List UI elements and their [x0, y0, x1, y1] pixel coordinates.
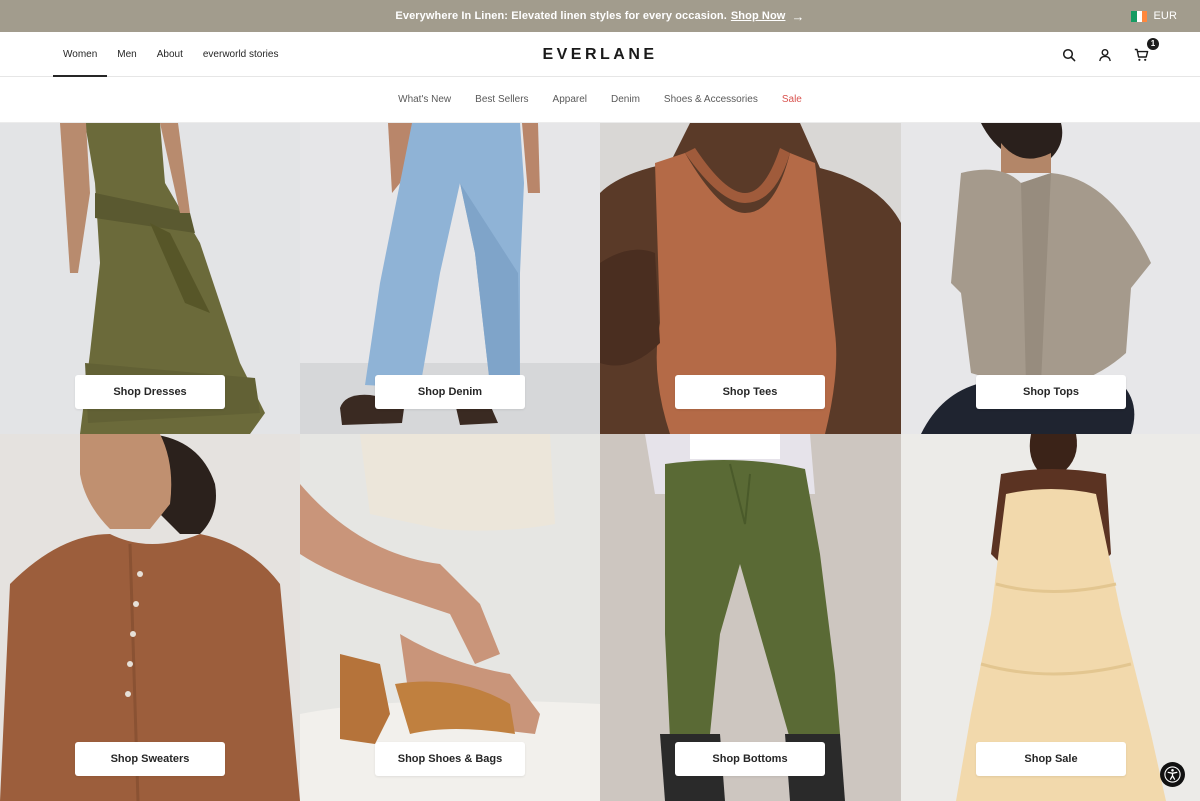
- shop-denim-button[interactable]: Shop Denim: [375, 375, 525, 409]
- cart-count-badge: 1: [1147, 37, 1159, 50]
- gender-nav: Women Men About everworld stories: [53, 32, 288, 77]
- tile-sweaters[interactable]: Shop Sweaters: [0, 434, 300, 801]
- nav-about[interactable]: About: [147, 32, 193, 77]
- shop-dresses-button[interactable]: Shop Dresses: [75, 375, 225, 409]
- shop-tees-button[interactable]: Shop Tees: [675, 375, 825, 409]
- promo-banner: Everywhere In Linen: Elevated linen styl…: [0, 0, 1200, 32]
- tile-sale[interactable]: Shop Sale: [901, 434, 1200, 801]
- currency-label: EUR: [1153, 10, 1177, 22]
- currency-selector[interactable]: EUR: [1131, 0, 1177, 32]
- shop-sale-button[interactable]: Shop Sale: [976, 742, 1126, 776]
- site-header: Women Men About everworld stories EVERLA…: [0, 32, 1200, 77]
- accessibility-icon[interactable]: [1160, 762, 1185, 787]
- nav-men[interactable]: Men: [107, 32, 146, 77]
- logo[interactable]: EVERLANE: [542, 46, 657, 64]
- shop-sweaters-button[interactable]: Shop Sweaters: [75, 742, 225, 776]
- utility-nav: 1: [1060, 32, 1159, 77]
- category-denim[interactable]: Denim: [611, 94, 640, 105]
- user-icon[interactable]: [1096, 46, 1114, 64]
- promo-text: Everywhere In Linen: Elevated linen styl…: [395, 10, 727, 22]
- category-nav: What's New Best Sellers Apparel Denim Sh…: [0, 77, 1200, 123]
- shop-shoes-bags-button[interactable]: Shop Shoes & Bags: [375, 742, 525, 776]
- tile-shoes-bags[interactable]: Shop Shoes & Bags: [300, 434, 600, 801]
- cart-icon[interactable]: 1: [1132, 37, 1159, 64]
- tile-dresses[interactable]: Shop Dresses: [0, 123, 300, 434]
- arrow-right-icon[interactable]: →: [791, 9, 804, 24]
- category-grid: Shop Dresses Shop Denim Shop Tees Shop T…: [0, 123, 1200, 801]
- tile-tees[interactable]: Shop Tees: [600, 123, 901, 434]
- category-shoes-accessories[interactable]: Shoes & Accessories: [664, 94, 758, 105]
- ireland-flag-icon: [1131, 10, 1148, 22]
- tile-bottoms[interactable]: Shop Bottoms: [600, 434, 901, 801]
- shop-tops-button[interactable]: Shop Tops: [976, 375, 1126, 409]
- tile-tops[interactable]: Shop Tops: [901, 123, 1200, 434]
- shop-bottoms-button[interactable]: Shop Bottoms: [675, 742, 825, 776]
- search-icon[interactable]: [1060, 46, 1078, 64]
- tile-denim[interactable]: Shop Denim: [300, 123, 600, 434]
- category-whats-new[interactable]: What's New: [398, 94, 451, 105]
- nav-everworld-stories[interactable]: everworld stories: [193, 32, 289, 77]
- category-sale[interactable]: Sale: [782, 94, 802, 105]
- shop-now-link[interactable]: Shop Now: [731, 10, 786, 22]
- category-best-sellers[interactable]: Best Sellers: [475, 94, 528, 105]
- category-apparel[interactable]: Apparel: [553, 94, 587, 105]
- nav-women[interactable]: Women: [53, 32, 108, 77]
